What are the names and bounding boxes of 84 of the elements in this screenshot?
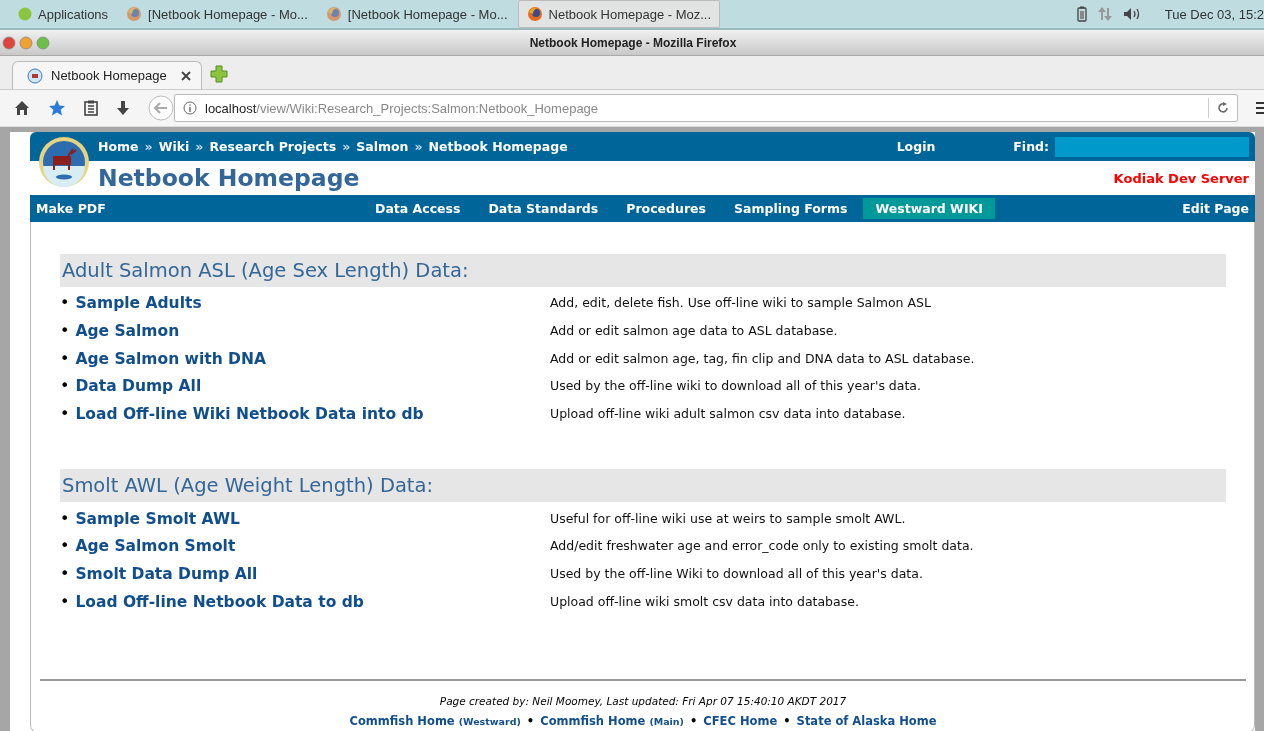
- footer-link[interactable]: CFEC Home: [703, 714, 778, 728]
- find-label: Find:: [1013, 139, 1049, 154]
- link-description: Add, edit, delete fish. Use off-line wiki to sample Salmon ASL: [550, 295, 932, 311]
- nav-tab[interactable]: Data Standards: [476, 198, 611, 219]
- footer-separator: •: [689, 714, 698, 728]
- footer-separator: •: [783, 714, 791, 728]
- server-label: Kodiak Dev Server: [1113, 170, 1249, 186]
- taskbar-button[interactable]: [Netbook Homepage - Mo...: [118, 1, 316, 27]
- breadcrumb-separator: »: [195, 139, 204, 154]
- breadcrumb-separator: »: [144, 139, 153, 154]
- reload-icon[interactable]: [1217, 102, 1229, 114]
- breadcrumb-separator: »: [414, 139, 423, 154]
- link-description: Upload off-line wiki adult salmon csv data into database.: [550, 406, 907, 422]
- bullet: •: [60, 348, 70, 368]
- address-bar[interactable]: localhost/view/Wiki:Research_Projects:Salmon:Netbook_Homepage: [174, 94, 1238, 122]
- bullet: •: [60, 536, 70, 556]
- bullet: •: [60, 404, 70, 424]
- taskbar-button[interactable]: Netbook Homepage - Moz...: [517, 0, 721, 28]
- browser-icon: [325, 6, 342, 22]
- nav-tab[interactable]: Sampling Forms: [722, 198, 860, 219]
- back-icon[interactable]: [148, 95, 174, 121]
- page-link[interactable]: Load Off-line Netbook Data to db: [75, 592, 364, 611]
- login-link[interactable]: Login: [896, 139, 936, 154]
- download-icon[interactable]: [116, 100, 130, 116]
- network-arrows-icon[interactable]: [1096, 6, 1113, 22]
- link-description: Used by the off-line wiki to download all of this year's data.: [550, 378, 922, 394]
- breadcrumb-link[interactable]: Netbook Homepage: [428, 139, 568, 154]
- footer-link[interactable]: Commfish Home (Main): [540, 714, 684, 728]
- nav-tab[interactable]: Data Access: [363, 198, 473, 219]
- page-link[interactable]: Age Salmon with DNA: [75, 349, 266, 368]
- footer-link[interactable]: Commfish Home (Westward): [349, 714, 521, 728]
- page-link[interactable]: Age Salmon: [75, 322, 180, 341]
- link-description: Add or edit salmon age, tag, fin clip and DNA data to ASL database.: [550, 350, 976, 366]
- find-field[interactable]: [1055, 136, 1249, 157]
- battery-icon[interactable]: [1076, 6, 1087, 22]
- browser-icon: [526, 6, 543, 22]
- clipboard-icon[interactable]: [84, 100, 98, 116]
- applications-icon: [18, 7, 32, 21]
- breadcrumb-link[interactable]: Salmon: [356, 139, 409, 154]
- window-title: Netbook Homepage - Mozilla Firefox: [528, 35, 738, 50]
- page-credit: Page created by: Neil Moomey, Last updated: Fri Apr 07 15:40:10 AKDT 2017: [438, 695, 848, 707]
- breadcrumb-link[interactable]: Research Projects: [209, 139, 337, 154]
- section-heading: Adult Salmon ASL (Age Sex Length) Data:: [60, 254, 1226, 287]
- make-pdf-link[interactable]: Make PDF: [36, 201, 361, 216]
- info-icon[interactable]: [183, 101, 197, 115]
- clock: Tue Dec 03, 15:2: [1164, 6, 1264, 22]
- bullet: •: [60, 508, 70, 528]
- home-icon[interactable]: [14, 100, 30, 116]
- breadcrumb-link[interactable]: Home: [98, 139, 139, 154]
- edit-page-link[interactable]: Edit Page: [1182, 201, 1249, 216]
- link-description: Used by the off-line Wiki to download all of this year's data.: [550, 566, 924, 582]
- page-link[interactable]: Load Off-line Wiki Netbook Data into db: [75, 405, 424, 424]
- section-heading: Smolt AWL (Age Weight Length) Data:: [60, 469, 1226, 503]
- star-icon[interactable]: [48, 99, 66, 117]
- page-title: Netbook Homepage: [98, 164, 361, 192]
- page-link[interactable]: Age Salmon Smolt: [75, 537, 236, 556]
- browser-tab[interactable]: Netbook Homepage: [12, 61, 202, 89]
- page-link[interactable]: Sample Smolt AWL: [75, 509, 240, 528]
- nav-tab[interactable]: Procedures: [614, 198, 718, 219]
- seal-logo: [38, 136, 90, 188]
- link-description: Upload off-line wiki smolt csv data into database.: [550, 593, 860, 609]
- bullet: •: [60, 564, 70, 584]
- browser-icon: [126, 6, 143, 22]
- taskbar-button[interactable]: [Netbook Homepage - Mo...: [317, 1, 516, 27]
- footer-link[interactable]: State of Alaska Home: [796, 714, 937, 728]
- minimize-icon[interactable]: [19, 35, 33, 50]
- applications-menu[interactable]: Applications: [10, 1, 117, 27]
- page-link[interactable]: Smolt Data Dump All: [75, 565, 258, 584]
- link-description: Add or edit salmon age data to ASL database.: [550, 323, 839, 339]
- link-description: Useful for off-line wiki use at weirs to sample smolt AWL.: [550, 510, 907, 526]
- footer-separator: •: [526, 714, 535, 728]
- maximize-icon[interactable]: [36, 35, 50, 50]
- new-tab-plus-icon[interactable]: [210, 65, 228, 83]
- link-description: Add/edit freshwater age and error_code only to existing smolt data.: [550, 538, 975, 554]
- page-link[interactable]: Sample Adults: [75, 294, 202, 313]
- close-icon[interactable]: [181, 70, 191, 81]
- breadcrumb-separator: »: [342, 139, 351, 154]
- bullet: •: [60, 321, 70, 341]
- bullet: •: [60, 376, 70, 396]
- page-link[interactable]: Data Dump All: [75, 377, 202, 396]
- url-text: localhost/view/Wiki:Research_Projects:Salmon:Netbook_Homepage: [205, 100, 600, 116]
- bullet: •: [60, 293, 70, 313]
- breadcrumb-link[interactable]: Wiki: [158, 139, 190, 154]
- bullet: •: [60, 591, 70, 611]
